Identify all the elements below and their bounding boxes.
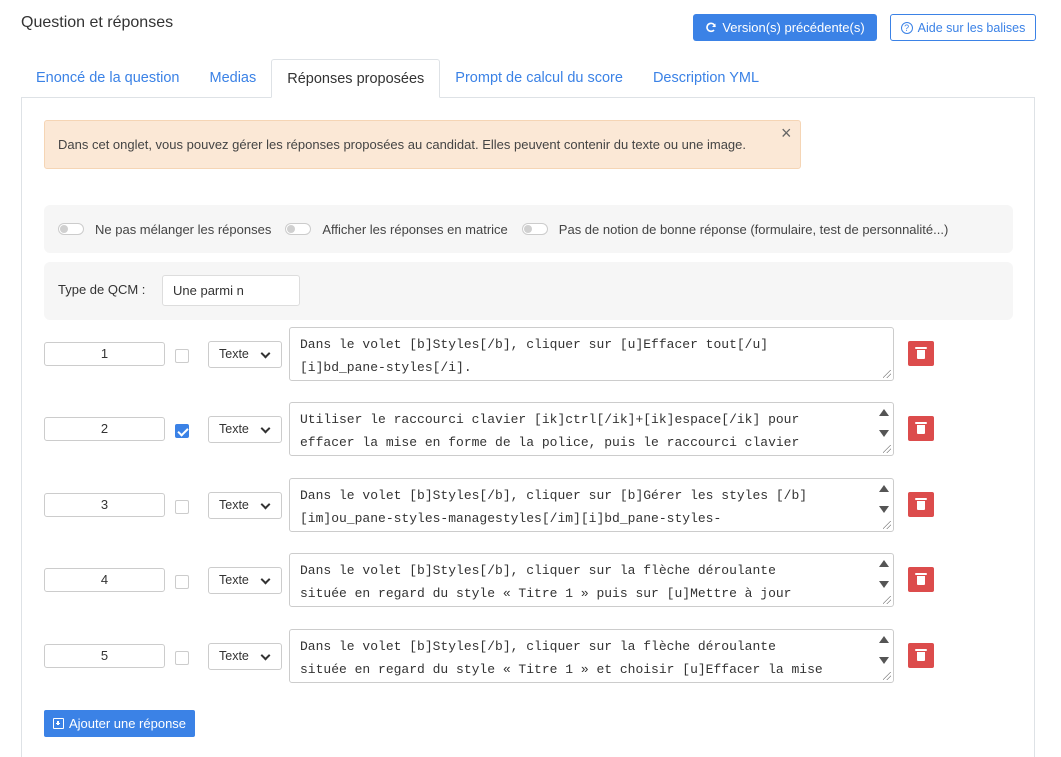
chevron-down-icon (260, 499, 271, 510)
info-alert: Dans cet onglet, vous pouvez gérer les r… (44, 120, 801, 169)
page-title: Question et réponses (21, 14, 174, 31)
answer-type-select[interactable]: Texte (208, 492, 282, 519)
answer-type-label: Texte (219, 347, 249, 361)
qcm-type-label: Type de QCM : (58, 282, 146, 297)
tab-score-prompt[interactable]: Prompt de calcul du score (440, 59, 638, 98)
option-matrix-display[interactable]: Afficher les réponses en matrice (285, 221, 508, 237)
plus-square-icon (52, 718, 64, 729)
close-icon[interactable]: × (781, 124, 792, 142)
answer-text-area[interactable]: Dans le volet [b]Styles[/b], cliquer sur… (289, 553, 894, 607)
alert-text: Dans cet onglet, vous pouvez gérer les r… (58, 137, 746, 152)
scrollbar[interactable] (879, 634, 889, 670)
resize-grip-icon[interactable] (883, 445, 891, 453)
tab-bar: Enoncé de la question Medias Réponses pr… (21, 59, 774, 98)
add-answer-button[interactable]: Ajouter une réponse (44, 710, 195, 737)
answer-text-area[interactable]: Utiliser le raccourci clavier [ik]ctrl[/… (289, 402, 894, 456)
answer-order-input[interactable]: 2 (44, 417, 165, 441)
resize-grip-icon[interactable] (883, 370, 891, 378)
delete-answer-button[interactable] (908, 567, 934, 592)
scrollbar[interactable] (879, 558, 889, 594)
answer-type-label: Texte (219, 422, 249, 436)
correct-answer-checkbox[interactable] (175, 575, 189, 589)
correct-answer-checkbox[interactable] (175, 500, 189, 514)
answer-text: Utiliser le raccourci clavier [ik]ctrl[/… (300, 412, 800, 450)
trash-icon (915, 649, 927, 661)
scrollbar[interactable] (879, 407, 889, 443)
tab-medias[interactable]: Medias (195, 59, 272, 98)
tab-yml-description[interactable]: Description YML (638, 59, 774, 98)
correct-answer-checkbox[interactable] (175, 651, 189, 665)
chevron-down-icon (260, 574, 271, 585)
option-label: Ne pas mélanger les réponses (95, 221, 272, 237)
delete-answer-button[interactable] (908, 643, 934, 668)
correct-answer-checkbox[interactable] (175, 349, 189, 363)
answer-row: 1 Texte Dans le volet [b]Styles[/b], cli… (0, 327, 1061, 383)
refresh-icon (706, 22, 717, 32)
toggle-switch[interactable] (521, 223, 548, 235)
answer-type-select[interactable]: Texte (208, 416, 282, 443)
answer-order-input[interactable]: 4 (44, 568, 165, 592)
resize-grip-icon[interactable] (883, 596, 891, 604)
answer-type-select[interactable]: Texte (208, 341, 282, 368)
option-label: Pas de notion de bonne réponse (formulai… (558, 221, 949, 237)
answer-text: Dans le volet [b]Styles[/b], cliquer sur… (300, 337, 769, 375)
answer-options: Ne pas mélanger les réponses Afficher le… (44, 205, 1013, 253)
answer-type-select[interactable]: Texte (208, 643, 282, 670)
delete-answer-button[interactable] (908, 416, 934, 441)
previous-versions-label: Version(s) précédente(s) (722, 20, 865, 35)
answer-type-label: Texte (219, 573, 249, 587)
answer-row: 5 Texte Dans le volet [b]Styles[/b], cli… (0, 629, 1061, 685)
answer-row: 2 Texte Utiliser le raccourci clavier [i… (0, 402, 1061, 458)
chevron-down-icon (260, 423, 271, 434)
qcm-type-row: Type de QCM : Une parmi n (44, 262, 1013, 320)
toggle-switch[interactable] (58, 223, 84, 235)
answer-text-area[interactable]: Dans le volet [b]Styles[/b], cliquer sur… (289, 478, 894, 532)
trash-icon (915, 422, 927, 434)
option-label: Afficher les réponses en matrice (322, 221, 508, 237)
scrollbar[interactable] (879, 483, 889, 519)
option-no-shuffle[interactable]: Ne pas mélanger les réponses (58, 222, 271, 237)
chevron-down-icon (260, 650, 271, 661)
answer-text-area[interactable]: Dans le volet [b]Styles[/b], cliquer sur… (289, 629, 894, 683)
delete-answer-button[interactable] (908, 341, 934, 366)
toggle-switch[interactable] (285, 223, 312, 235)
add-answer-label: Ajouter une réponse (68, 716, 187, 731)
answer-order-input[interactable]: 1 (44, 342, 165, 366)
qcm-type-select[interactable]: Une parmi n (162, 275, 300, 306)
option-no-right-answer[interactable]: Pas de notion de bonne réponse (formulai… (521, 221, 949, 237)
answer-text: Dans le volet [b]Styles[/b], cliquer sur… (300, 563, 792, 601)
tags-help-label: Aide sur les balises (917, 20, 1026, 35)
correct-answer-checkbox[interactable] (175, 424, 189, 438)
trash-icon (915, 498, 927, 510)
answer-text: Dans le volet [b]Styles[/b], cliquer sur… (300, 488, 808, 526)
tab-question-statement[interactable]: Enoncé de la question (21, 59, 195, 98)
delete-answer-button[interactable] (908, 492, 934, 517)
resize-grip-icon[interactable] (883, 672, 891, 680)
answer-order-input[interactable]: 5 (44, 644, 165, 668)
question-circle-icon: ? (900, 21, 913, 34)
tags-help-button[interactable]: ? Aide sur les balises (890, 14, 1036, 41)
answer-row: 4 Texte Dans le volet [b]Styles[/b], cli… (0, 553, 1061, 609)
answer-type-label: Texte (219, 649, 249, 663)
answer-order-input[interactable]: 3 (44, 493, 165, 517)
trash-icon (915, 347, 927, 359)
chevron-down-icon (260, 348, 271, 359)
answer-text-area[interactable]: Dans le volet [b]Styles[/b], cliquer sur… (289, 327, 894, 381)
answer-type-select[interactable]: Texte (208, 567, 282, 594)
previous-versions-button[interactable]: Version(s) précédente(s) (693, 14, 877, 41)
tab-proposed-answers[interactable]: Réponses proposées (271, 59, 441, 98)
answer-type-label: Texte (219, 498, 249, 512)
resize-grip-icon[interactable] (883, 521, 891, 529)
answer-row: 3 Texte Dans le volet [b]Styles[/b], cli… (0, 478, 1061, 534)
answer-text: Dans le volet [b]Styles[/b], cliquer sur… (300, 639, 823, 677)
trash-icon (915, 573, 927, 585)
